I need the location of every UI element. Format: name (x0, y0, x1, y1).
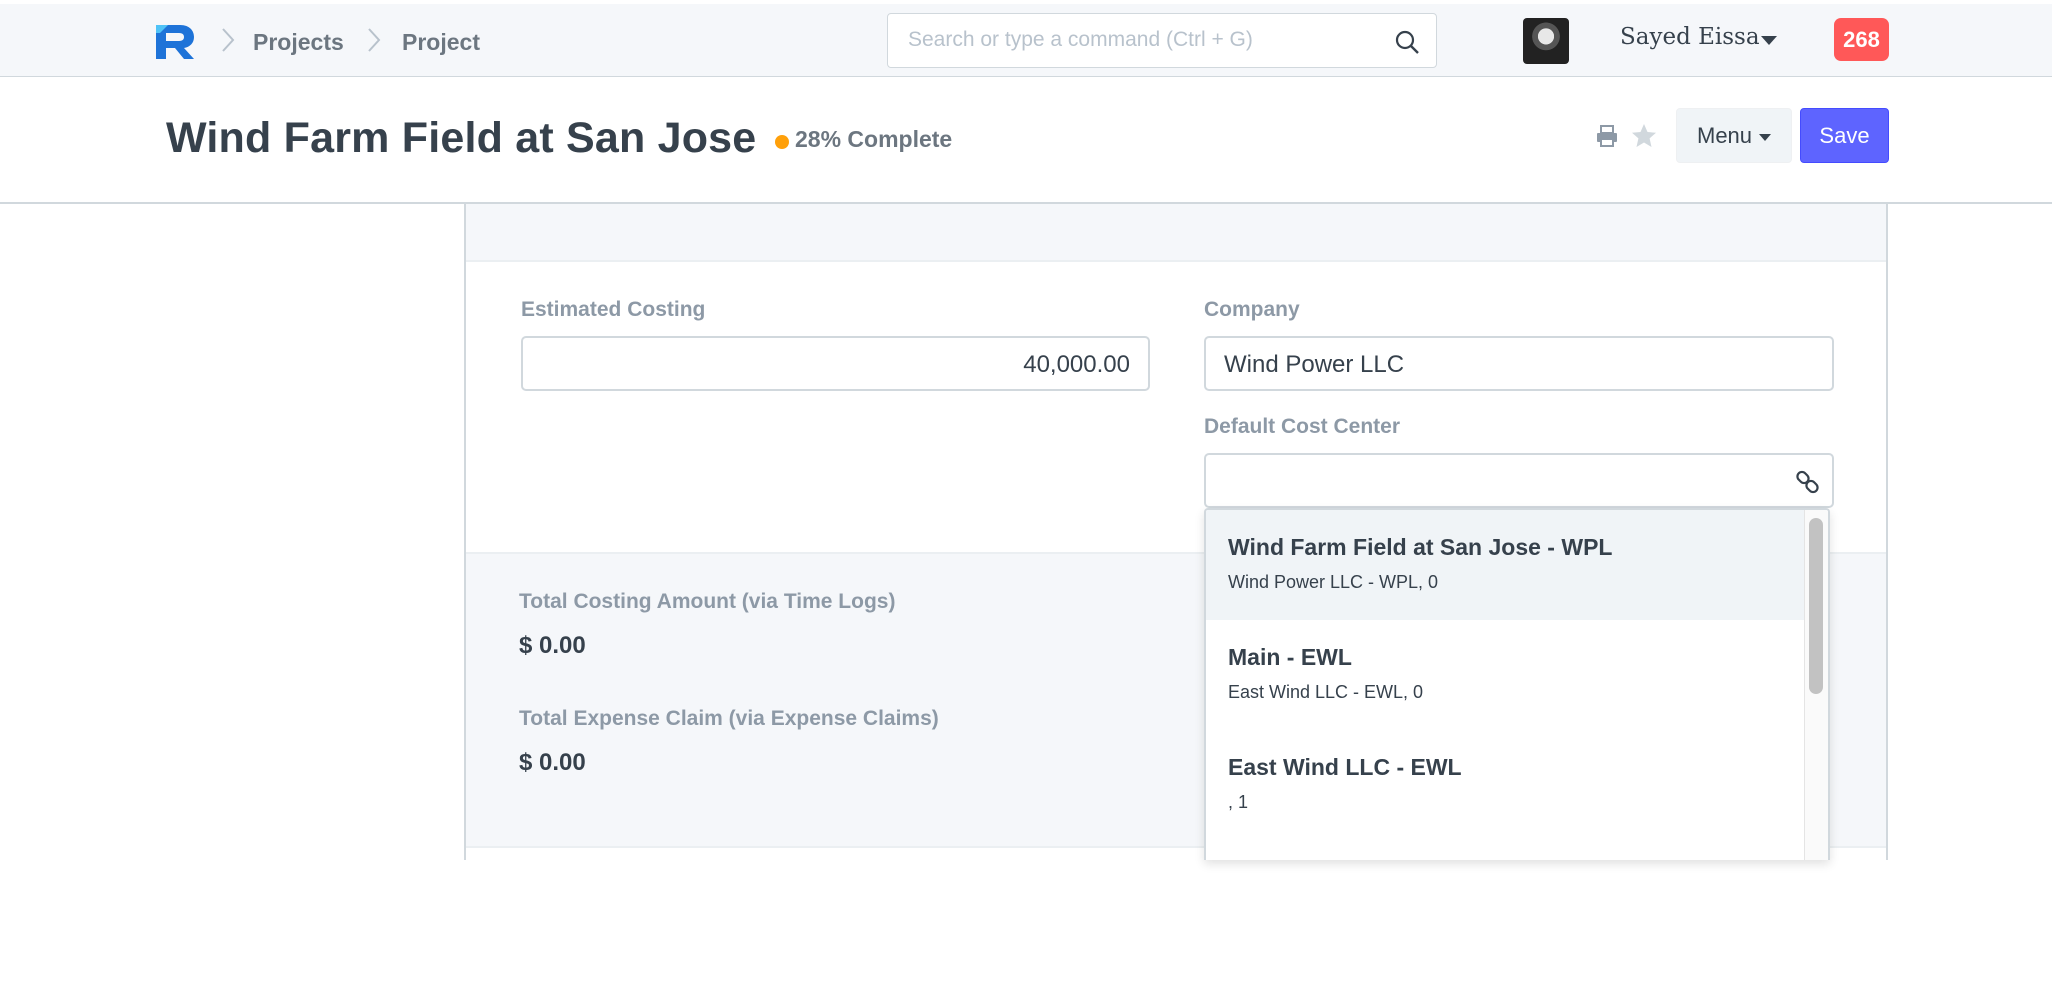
menu-button-label: Menu (1697, 123, 1753, 148)
total-expense-label: Total Expense Claim (via Expense Claims) (519, 707, 939, 730)
caret-down-icon (1759, 134, 1771, 141)
section-header-band (466, 204, 1886, 262)
total-costing-value: $ 0.00 (519, 632, 586, 659)
link-icon[interactable] (1794, 468, 1822, 496)
chevron-right-icon (222, 28, 235, 52)
total-expense-value: $ 0.00 (519, 749, 586, 776)
scrollbar-thumb[interactable] (1809, 518, 1823, 694)
cost-center-dropdown: Wind Farm Field at San Jose - WPL Wind P… (1204, 508, 1830, 860)
search-input[interactable]: Search or type a command (Ctrl + G) (887, 13, 1437, 68)
page-head: Wind Farm Field at San Jose 28% Complete… (0, 77, 2052, 204)
default-cost-center-label: Default Cost Center (1204, 415, 1401, 438)
dropdown-item-title: East Wind LLC - EWL (1228, 754, 1462, 780)
dropdown-item-subtitle: , 1 (1228, 792, 1249, 812)
dropdown-item[interactable]: Wind Farm Field at San Jose - WPL Wind P… (1206, 510, 1806, 620)
avatar[interactable] (1523, 18, 1569, 64)
dropdown-item[interactable]: East Wind LLC - EWL , 1 (1206, 730, 1806, 840)
r-logo-icon[interactable] (150, 17, 198, 63)
estimated-costing-label: Estimated Costing (521, 298, 706, 321)
navbar: Projects Project Search or type a comman… (0, 4, 2052, 77)
star-icon[interactable] (1630, 122, 1658, 150)
status-indicator: 28% Complete (795, 126, 953, 152)
dropdown-scrollbar[interactable] (1804, 510, 1828, 860)
dropdown-item-subtitle: Wind Power LLC - WPL, 0 (1228, 572, 1439, 592)
dropdown-item-subtitle: East Wind LLC - EWL, 0 (1228, 682, 1424, 702)
dropdown-item-title: Wind Farm Field at San Jose - WPL (1228, 534, 1613, 560)
company-input[interactable]: Wind Power LLC (1204, 336, 1834, 391)
dropdown-item[interactable]: Main - EWL East Wind LLC - EWL, 0 (1206, 620, 1806, 730)
total-costing-label: Total Costing Amount (via Time Logs) (519, 590, 896, 613)
chevron-down-icon[interactable] (1761, 36, 1777, 45)
save-button[interactable]: Save (1800, 108, 1889, 163)
status-indicator-dot (775, 135, 789, 149)
breadcrumb-projects[interactable]: Projects (253, 28, 344, 56)
search-placeholder: Search or type a command (Ctrl + G) (908, 28, 1253, 51)
estimated-costing-input[interactable]: 40,000.00 (521, 336, 1150, 391)
company-value: Wind Power LLC (1224, 351, 1405, 378)
notification-badge[interactable]: 268 (1834, 18, 1889, 61)
page-title: Wind Farm Field at San Jose (166, 114, 757, 162)
company-label: Company (1204, 298, 1300, 321)
dropdown-item-title: Main - EWL (1228, 644, 1352, 670)
print-icon[interactable] (1594, 123, 1620, 149)
search-icon[interactable] (1394, 29, 1420, 55)
menu-button[interactable]: Menu (1676, 108, 1792, 163)
default-cost-center-input[interactable] (1204, 453, 1834, 508)
chevron-right-icon (368, 28, 381, 52)
breadcrumb-project[interactable]: Project (402, 28, 480, 56)
estimated-costing-value: 40,000.00 (1023, 351, 1130, 378)
user-name[interactable]: Sayed Eissa (1620, 24, 1760, 50)
